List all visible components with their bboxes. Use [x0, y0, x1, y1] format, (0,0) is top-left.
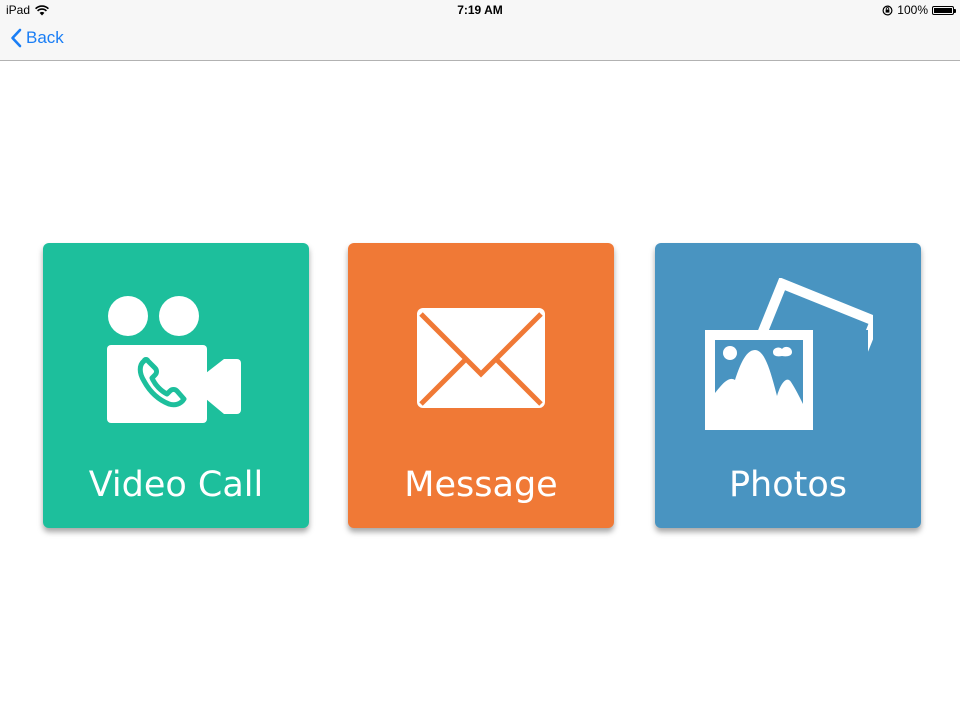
- navigation-bar: Back: [0, 20, 960, 61]
- back-button[interactable]: Back: [10, 28, 64, 48]
- battery-icon: [932, 5, 956, 15]
- status-bar: iPad 7:19 AM 100%: [0, 0, 960, 20]
- battery-percent: 100%: [897, 3, 928, 17]
- back-button-label: Back: [26, 28, 64, 47]
- message-tile[interactable]: Message: [348, 243, 614, 528]
- video-call-tile[interactable]: Video Call: [43, 243, 309, 528]
- chevron-left-icon: [11, 28, 22, 48]
- photos-icon: [705, 278, 873, 436]
- video-call-label: Video Call: [88, 465, 264, 505]
- orientation-lock-icon: [882, 4, 893, 16]
- photos-label: Photos: [728, 465, 848, 505]
- status-time: 7:19 AM: [457, 3, 503, 17]
- video-call-icon: [107, 296, 241, 423]
- status-right: 100%: [882, 3, 956, 17]
- photos-tile[interactable]: Photos: [655, 243, 921, 528]
- envelope-icon: [417, 308, 545, 408]
- message-label: Message: [404, 465, 558, 505]
